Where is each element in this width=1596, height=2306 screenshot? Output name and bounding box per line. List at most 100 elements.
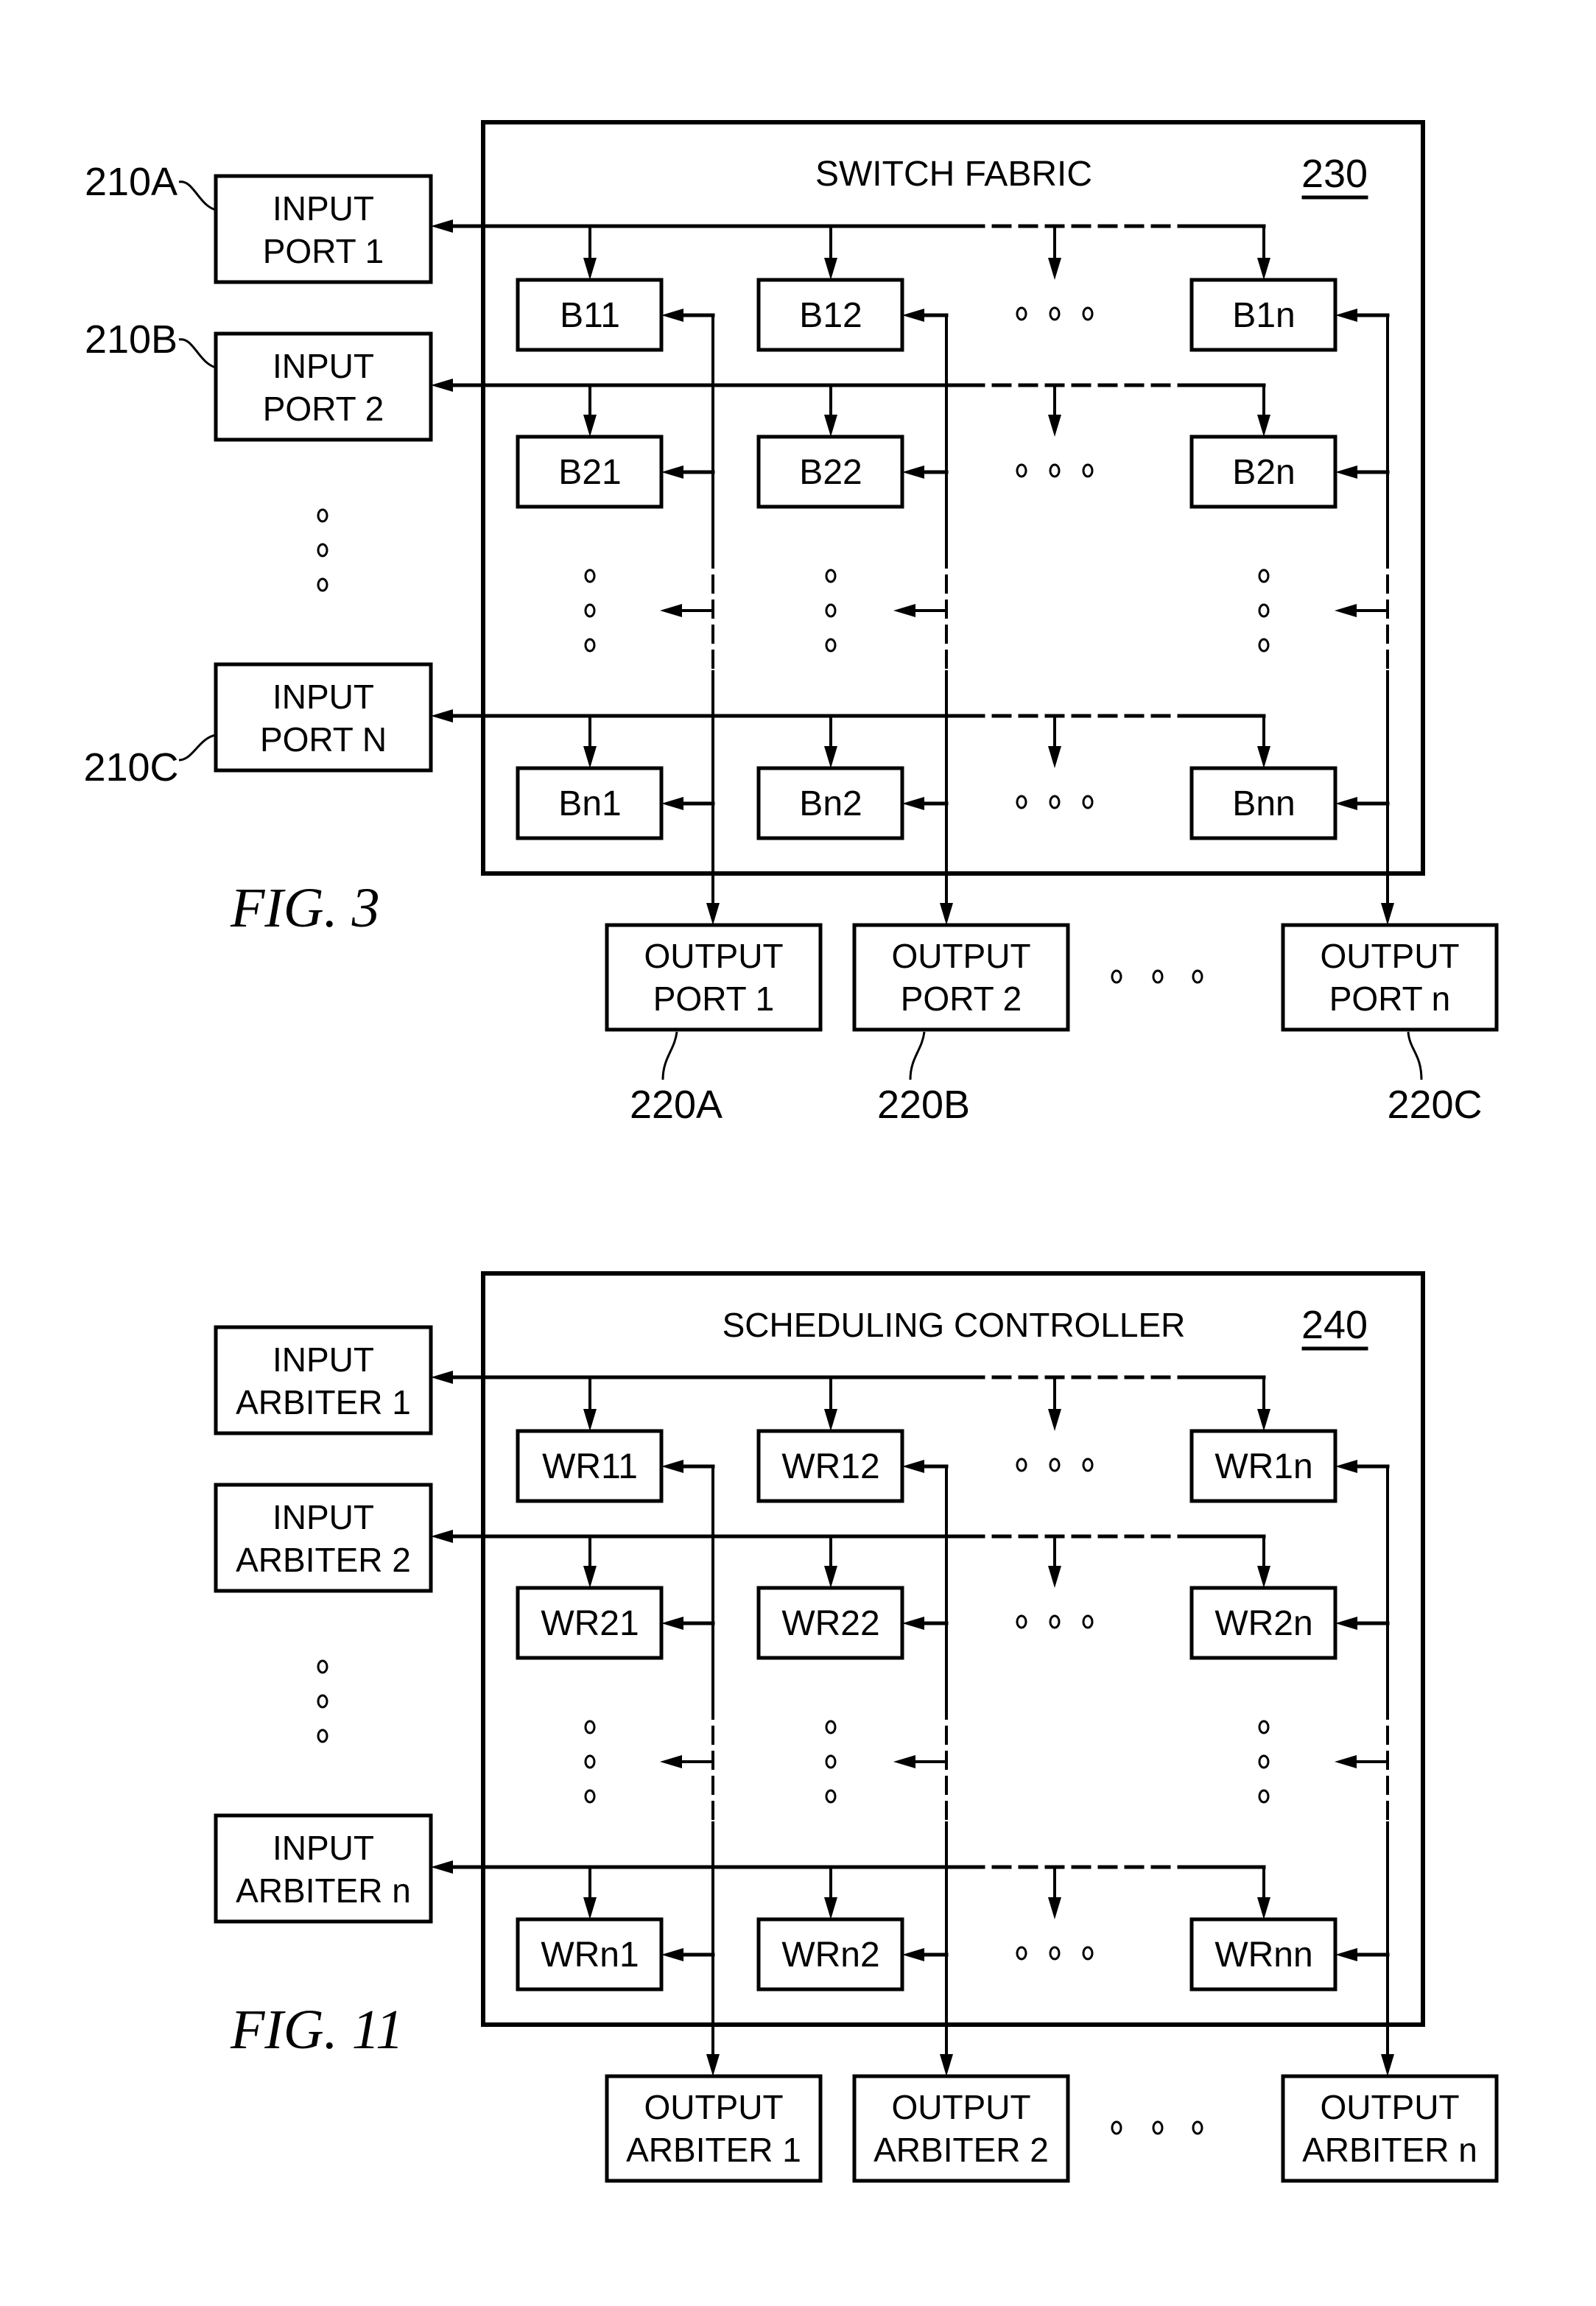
ellipsis-dot <box>1082 1946 1094 1961</box>
drop-arrow-icon <box>1048 1897 1061 1919</box>
drop-arrow-icon <box>1257 415 1270 437</box>
feedback-arrow-icon <box>661 309 683 322</box>
vertical-ellipsis-dot <box>825 1720 837 1734</box>
feedback-arrow-icon <box>661 1617 683 1630</box>
crosspoint-cell-label: WR1n <box>1214 1447 1312 1486</box>
drop-arrow-icon <box>583 746 597 768</box>
arrow-to-input-icon <box>431 1860 453 1874</box>
vertical-ellipsis-dot <box>1258 603 1270 618</box>
vertical-ellipsis-dot <box>1258 1720 1270 1734</box>
feedback-arrow-icon <box>902 1460 924 1473</box>
crosspoint-cell-label: B12 <box>799 296 862 335</box>
feedback-arrow-icon <box>1335 797 1357 810</box>
ellipsis-dot <box>1016 1946 1027 1961</box>
feedback-arrow-icon <box>1335 1460 1357 1473</box>
ellipsis-dot <box>1049 463 1061 478</box>
feedback-arrow-icon <box>1335 465 1357 479</box>
output-ellipsis-dot <box>1192 969 1203 984</box>
crosspoint-cell-label: Bn2 <box>799 784 862 823</box>
feedback-arrow-icon <box>902 1617 924 1630</box>
input-ellipsis-dot <box>317 1659 328 1674</box>
arrow-to-input-icon <box>431 379 453 392</box>
crosspoint-cell-label: B11 <box>560 296 620 335</box>
vertical-ellipsis-dot <box>584 603 596 618</box>
vertical-ellipsis-dot <box>1258 1754 1270 1769</box>
ellipsis-dot <box>1016 1458 1027 1472</box>
vertical-ellipsis-dot <box>1258 569 1270 583</box>
drop-arrow-icon <box>1257 746 1270 768</box>
container-title: SWITCH FABRIC <box>815 155 1092 194</box>
feedback-arrow-icon <box>661 1460 683 1473</box>
output-box-label-line2: PORT 2 <box>901 980 1022 1018</box>
output-box-label-line2: ARBITER 2 <box>873 2131 1049 2169</box>
input-box-label-line1: INPUT <box>273 678 374 716</box>
output-ref-number: 220A <box>630 1083 723 1127</box>
input-box-label-line1: INPUT <box>273 1829 374 1867</box>
vertical-ellipsis-dot <box>825 638 837 653</box>
output-ref-number: 220B <box>877 1083 970 1127</box>
feedback-arrow-icon <box>902 309 924 322</box>
arrow-to-output-icon <box>1381 2054 1394 2076</box>
input-ref-number: 210C <box>83 745 178 790</box>
output-ref-number: 220C <box>1387 1083 1482 1127</box>
output-ellipsis-dot <box>1152 969 1164 984</box>
vertical-ellipsis-dot <box>1258 1789 1270 1804</box>
ellipsis-dot <box>1082 795 1094 809</box>
input-box-label-line1: INPUT <box>273 189 374 228</box>
container-title: SCHEDULING CONTROLLER <box>723 1306 1186 1344</box>
vertical-ellipsis-dot <box>584 569 596 583</box>
figure-11-scheduling-controller: SCHEDULING CONTROLLER 240 FIG. 11 WR11 WR12 W… <box>214 1271 1499 2183</box>
figure-caption: FIG. 11 <box>230 1999 404 2061</box>
leader-line <box>661 1031 678 1080</box>
crosspoint-cell-label: WR12 <box>781 1447 879 1486</box>
drop-arrow-icon <box>1048 746 1061 768</box>
crosspoint-cell-label: B2n <box>1232 453 1295 492</box>
vertical-ellipsis-dot <box>825 1789 837 1804</box>
input-box-label-line2: ARBITER n <box>236 1871 411 1910</box>
ellipsis-dot <box>1016 795 1027 809</box>
ellipsis-dot <box>1049 306 1061 321</box>
crosspoint-cell-label: WR21 <box>541 1604 639 1643</box>
input-box-label-line2: PORT N <box>260 720 387 759</box>
output-ellipsis-dot <box>1152 2120 1164 2135</box>
arrow-to-output-icon <box>706 903 720 925</box>
feedback-arrow-icon <box>1335 1948 1357 1961</box>
crosspoint-cell-label: Bnn <box>1232 784 1295 823</box>
crosspoint-cell-label: WR22 <box>781 1604 879 1643</box>
input-box-label-line2: PORT 1 <box>263 232 384 270</box>
vertical-ellipsis-dot <box>825 603 837 618</box>
arrow-to-output-icon <box>1381 903 1394 925</box>
ellipsis-dot <box>1082 1614 1094 1629</box>
output-box-label-line1: OUTPUT <box>1320 937 1459 975</box>
drop-arrow-icon <box>583 415 597 437</box>
feedback-arrow-icon <box>661 465 683 479</box>
vertical-ellipsis-dot <box>584 1789 596 1804</box>
ellipsis-dot <box>1082 463 1094 478</box>
ellipsis-dot <box>1049 795 1061 809</box>
vertical-ellipsis-dot <box>825 569 837 583</box>
vertical-ellipsis-dot <box>584 1720 596 1734</box>
output-box-label-line1: OUTPUT <box>891 937 1030 975</box>
feedback-arrow-icon <box>661 797 683 810</box>
input-box-label-line1: INPUT <box>273 1498 374 1536</box>
output-box-label-line2: PORT n <box>1329 980 1450 1018</box>
input-ref-number: 210B <box>85 317 177 362</box>
leader-line <box>178 338 217 369</box>
ellipsis-feedback-arrow-icon <box>1335 1755 1357 1768</box>
drop-arrow-icon <box>583 1566 597 1588</box>
ellipsis-feedback-arrow-icon <box>1335 604 1357 617</box>
ellipsis-dot <box>1049 1946 1061 1961</box>
ellipsis-dot <box>1016 306 1027 321</box>
feedback-arrow-icon <box>902 797 924 810</box>
drop-arrow-icon <box>824 746 837 768</box>
feedback-arrow-icon <box>902 1948 924 1961</box>
output-box-label-line2: ARBITER n <box>1302 2131 1477 2169</box>
crosspoint-cell-label: WR11 <box>542 1447 638 1486</box>
patent-drawing-sheet: SWITCH FABRIC 230 FIG. 3 B11 B12 B1n INPUT PORT… <box>83 120 1499 2183</box>
arrow-to-input-icon <box>431 1530 453 1543</box>
ellipsis-feedback-arrow-icon <box>893 1755 915 1768</box>
crosspoint-cell-label: WRn1 <box>541 1936 639 1975</box>
drop-arrow-icon <box>824 258 837 280</box>
vertical-ellipsis-dot <box>584 1754 596 1769</box>
drop-arrow-icon <box>1257 1897 1270 1919</box>
